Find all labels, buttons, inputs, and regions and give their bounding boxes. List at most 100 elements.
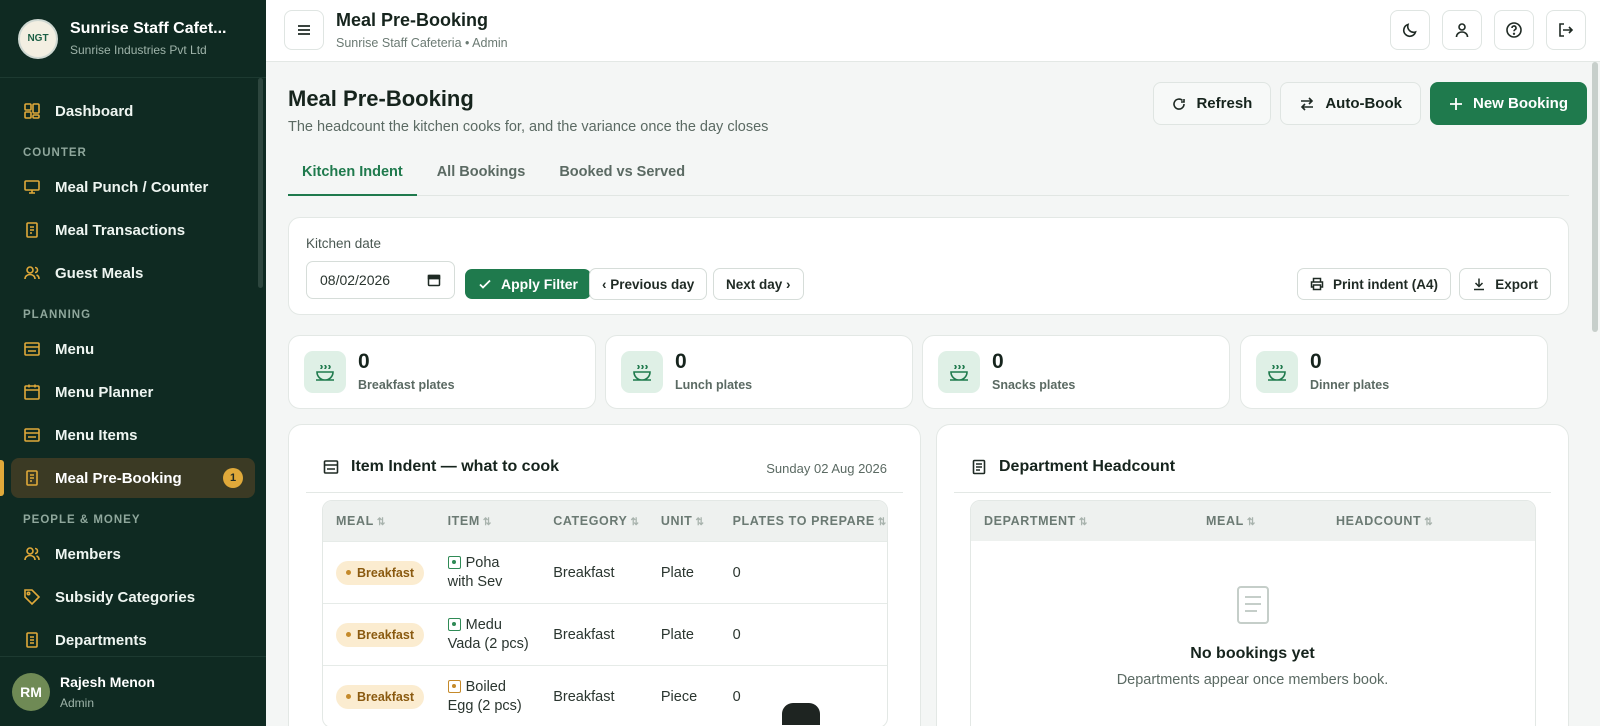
- apply-filter-label: Apply Filter: [501, 276, 579, 292]
- item-cell: Boiled Egg (2 pcs): [447, 678, 522, 714]
- download-icon: [1474, 278, 1485, 291]
- hamburger-menu-button[interactable]: [284, 10, 324, 50]
- item-indent-title: Item Indent — what to cook: [351, 458, 560, 475]
- plates-cell: 0: [732, 626, 741, 643]
- veg-icon: [447, 555, 461, 569]
- stat-label: Snacks plates: [992, 378, 1076, 392]
- sidebar-item-label: Menu: [55, 340, 95, 358]
- topbar: Meal Pre-Booking Sunrise Staff Cafeteria…: [266, 0, 1600, 62]
- auto-book-button[interactable]: Auto-Book: [1280, 82, 1421, 125]
- col-unit[interactable]: UNIT ⇅: [648, 514, 720, 528]
- tab-all-bookings[interactable]: All Bookings: [423, 158, 540, 196]
- meal-badge: Breakfast: [336, 560, 424, 585]
- print-indent-button[interactable]: Print indent (A4): [1297, 268, 1451, 300]
- print-indent-label: Print indent (A4): [1333, 276, 1438, 292]
- floating-handle[interactable]: [782, 703, 820, 725]
- sidebar-item-meal-prebooking[interactable]: Meal Pre-Booking 1: [0, 458, 255, 498]
- sidebar-item-label: Meal Pre-Booking: [55, 469, 182, 487]
- calendar-picker-icon[interactable]: [427, 273, 441, 287]
- filter-card: Kitchen date 08/02/2026 Apply Filter ‹ P…: [288, 217, 1569, 315]
- logout-button[interactable]: [1546, 10, 1586, 50]
- table-header: MEAL ⇅ ITEM ⇅ CATEGORY ⇅ UNIT ⇅ PLATES TO PR…: [323, 501, 887, 541]
- brand-logo: NGT: [18, 18, 58, 59]
- col-meal[interactable]: MEAL ⇅: [1193, 514, 1323, 528]
- building-icon: [23, 631, 41, 649]
- sidebar-item-label: Dashboard: [55, 102, 134, 120]
- theme-toggle-button[interactable]: [1390, 10, 1430, 50]
- help-button[interactable]: [1494, 10, 1534, 50]
- main-content: Meal Pre-Booking The headcount the kitch…: [266, 62, 1591, 726]
- sidebar-item-label: Members: [55, 545, 121, 563]
- unit-cell: Plate: [660, 564, 694, 581]
- table-row[interactable]: Breakfast Poha with Sev Breakfast Plate 0: [323, 541, 887, 603]
- col-plates[interactable]: PLATES TO PREPARE ⇅: [720, 514, 887, 528]
- stat-card-breakfast: 0 Breakfast plates: [288, 335, 596, 409]
- sidebar-item-label: Guest Meals: [55, 264, 144, 282]
- department-headcount-panel: Department Headcount DEPARTMENT ⇅ MEAL ⇅ H…: [936, 424, 1569, 726]
- menu-card-icon: [23, 340, 41, 358]
- sidebar-item-menu-items[interactable]: Menu Items: [11, 415, 255, 455]
- profile-button[interactable]: [1442, 10, 1482, 50]
- sidebar-item-guest-meals[interactable]: Guest Meals: [11, 253, 255, 293]
- stat-card-lunch: 0 Lunch plates: [605, 335, 913, 409]
- previous-day-button[interactable]: ‹ Previous day: [589, 268, 708, 300]
- apply-filter-button[interactable]: Apply Filter: [465, 269, 592, 299]
- indent-date: Sunday 02 Aug 2026: [766, 461, 887, 476]
- sidebar-item-menu-planner[interactable]: Menu Planner: [11, 372, 255, 412]
- stat-card-dinner: 0 Dinner plates: [1240, 335, 1548, 409]
- category-cell: Breakfast: [553, 626, 615, 643]
- sidebar-item-label: Departments: [55, 631, 147, 649]
- export-button[interactable]: Export: [1459, 268, 1551, 300]
- check-icon: [479, 279, 491, 289]
- nav-section-planning: PLANNING: [23, 309, 92, 321]
- next-day-button[interactable]: Next day ›: [713, 268, 804, 300]
- col-meal[interactable]: MEAL ⇅: [323, 514, 435, 528]
- user-role: Admin: [60, 695, 95, 710]
- refresh-button[interactable]: Refresh: [1153, 82, 1272, 125]
- new-booking-button[interactable]: New Booking: [1429, 82, 1587, 125]
- user-profile[interactable]: RM Rajesh Menon Admin: [0, 656, 266, 726]
- meal-bowl-icon: [304, 351, 346, 393]
- sidebar-item-subsidy-categories[interactable]: Subsidy Categories: [11, 577, 255, 617]
- sidebar-item-departments[interactable]: Departments: [11, 620, 255, 660]
- receipt-icon: [23, 221, 41, 239]
- egg-icon: [447, 679, 461, 693]
- sidebar-item-dashboard[interactable]: Dashboard: [11, 91, 255, 131]
- stat-card-snacks: 0 Snacks plates: [922, 335, 1230, 409]
- kitchen-date-input[interactable]: 08/02/2026: [306, 261, 455, 299]
- col-item[interactable]: ITEM ⇅: [435, 514, 541, 528]
- tag-icon: [23, 588, 41, 606]
- sidebar-item-meal-transactions[interactable]: Meal Transactions: [11, 210, 255, 250]
- export-label: Export: [1495, 276, 1538, 292]
- col-department[interactable]: DEPARTMENT ⇅: [971, 514, 1193, 528]
- item-cell: Poha with Sev: [447, 554, 503, 590]
- veg-icon: [447, 617, 461, 631]
- page-actions: Refresh Auto-Book New Booking: [1153, 82, 1587, 125]
- meal-badge: Breakfast: [336, 684, 424, 709]
- meal-bowl-icon: [621, 351, 663, 393]
- table-header: DEPARTMENT ⇅ MEAL ⇅ HEADCOUNT ⇅: [971, 501, 1535, 541]
- table-row[interactable]: Breakfast Medu Vada (2 pcs) Breakfast Pla…: [323, 603, 887, 665]
- main-scrollbar[interactable]: [1592, 62, 1598, 332]
- logo-text: NGT: [27, 33, 49, 44]
- divider: [306, 492, 903, 493]
- meal-badge: Breakfast: [336, 622, 424, 647]
- brand-title: Sunrise Staff Cafet...: [70, 20, 227, 37]
- col-headcount[interactable]: HEADCOUNT ⇅: [1323, 514, 1513, 528]
- stat-value: 0: [1310, 350, 1322, 373]
- monitor-icon: [23, 178, 41, 196]
- sidebar-item-label: Menu Items: [55, 426, 138, 444]
- calendar-icon: [23, 383, 41, 401]
- col-category[interactable]: CATEGORY ⇅: [540, 514, 648, 528]
- sidebar-item-members[interactable]: Members: [11, 534, 255, 574]
- sidebar-scrollbar[interactable]: [258, 78, 263, 288]
- tab-bar: Kitchen Indent All Bookings Booked vs Se…: [288, 158, 1569, 196]
- plus-icon: [1449, 97, 1462, 110]
- sidebar-item-meal-punch[interactable]: Meal Punch / Counter: [11, 167, 255, 207]
- user-name: Rajesh Menon: [60, 673, 155, 690]
- refresh-label: Refresh: [1196, 95, 1253, 112]
- tab-kitchen-indent[interactable]: Kitchen Indent: [288, 158, 417, 196]
- sidebar-item-menu[interactable]: Menu: [11, 329, 255, 369]
- members-icon: [23, 545, 41, 563]
- tab-booked-vs-served[interactable]: Booked vs Served: [545, 158, 699, 196]
